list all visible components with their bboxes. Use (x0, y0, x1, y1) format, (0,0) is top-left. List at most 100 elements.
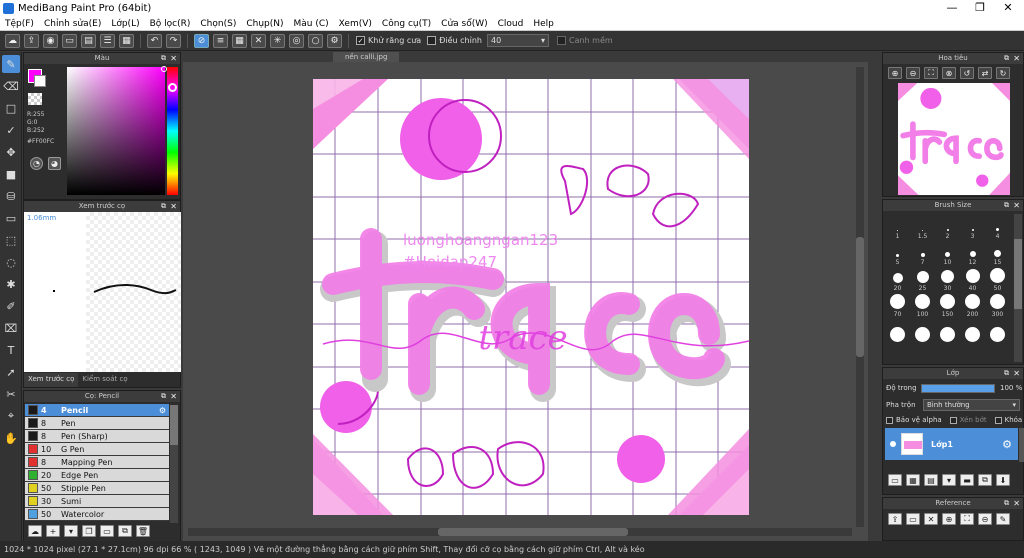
brush-size-option[interactable]: 40 (960, 266, 985, 292)
brush-size-option[interactable]: 15 (985, 240, 1010, 266)
divide-tool-icon[interactable]: ✂ (2, 385, 20, 403)
undock-icon[interactable]: ⧉ (1004, 53, 1009, 64)
close-icon[interactable]: ✕ (170, 391, 177, 402)
checkbox-icon[interactable] (556, 36, 566, 45)
brush-item[interactable]: 8 Pen (Sharp) (25, 430, 169, 443)
minimize-button[interactable]: — (938, 0, 966, 17)
trash-icon[interactable]: 🗑 (136, 525, 150, 537)
rotate-left-icon[interactable]: ↺ (960, 67, 974, 79)
zoom-out-icon[interactable]: ⊖ (978, 513, 992, 525)
close-icon[interactable]: ✕ (1013, 498, 1020, 509)
close-icon[interactable]: ✕ (170, 53, 177, 64)
brush-size-scrollbar[interactable] (1014, 214, 1022, 362)
fill-shape-icon[interactable]: ■ (2, 165, 20, 183)
brush-list-scrollbar[interactable] (170, 405, 178, 523)
duplicate-layer-icon[interactable]: ⧉ (978, 474, 992, 486)
transparent-swatch[interactable] (28, 93, 42, 105)
brush-size-option[interactable]: 300 (985, 292, 1010, 318)
check-tool-icon[interactable]: ✓ (2, 121, 20, 139)
brush-size-option[interactable]: 7 (910, 240, 935, 266)
upload-reference-icon[interactable]: ⇪ (888, 513, 902, 525)
brush-size-option[interactable]: 2 (935, 214, 960, 240)
brush-size-option[interactable]: 150 (935, 292, 960, 318)
brush-size-option[interactable]: 10 (935, 240, 960, 266)
brush-size-option[interactable]: 3 (960, 214, 985, 240)
color-history-icon[interactable]: ◕ (48, 157, 61, 170)
menu-window[interactable]: Cửa sổ(W) (436, 19, 492, 29)
checkbox-icon[interactable] (427, 36, 437, 45)
menu-view[interactable]: Xem(V) (334, 19, 377, 29)
brush-item[interactable]: 8 Mapping Pen (25, 456, 169, 469)
zoom-in-icon[interactable]: ⊕ (888, 67, 902, 79)
move-tool-icon[interactable]: ✥ (2, 143, 20, 161)
tab-brush-preview[interactable]: Xem trước cọ (24, 373, 79, 387)
cloud-brush-icon[interactable]: ☁ (28, 525, 42, 537)
select-eraser-icon[interactable]: ⌧ (2, 319, 20, 337)
close-icon[interactable]: ✕ (170, 201, 177, 212)
menu-color[interactable]: Màu (C) (289, 19, 334, 29)
undock-icon[interactable]: ⧉ (1004, 368, 1009, 379)
horizontal-scrollbar[interactable] (188, 528, 852, 536)
snap-soft-toggle[interactable]: Canh mềm (556, 36, 613, 45)
undock-icon[interactable]: ⧉ (161, 53, 166, 64)
canvas-area[interactable]: trace luonghoangngan123 #Hoidap247 (183, 62, 868, 542)
snap-grid-icon[interactable]: ▦ (232, 33, 247, 48)
folder-icon[interactable]: ▬ (960, 474, 974, 486)
gradient-tool-icon[interactable]: ▭ (2, 209, 20, 227)
brush-item[interactable]: 10 G Pen (25, 443, 169, 456)
background-color-swatch[interactable] (34, 75, 46, 87)
opacity-slider[interactable] (921, 384, 995, 393)
menu-select[interactable]: Chọn(S) (195, 19, 241, 29)
adjust-select[interactable]: 40 (486, 34, 549, 47)
snap-curve-icon[interactable]: ○ (308, 33, 323, 48)
close-icon[interactable]: ✕ (1013, 53, 1020, 64)
brush-item[interactable]: 30 Sumi (25, 495, 169, 508)
close-icon[interactable]: ✕ (1013, 368, 1020, 379)
select-tool-icon[interactable]: ⬚ (2, 231, 20, 249)
brush-size-option[interactable] (935, 318, 960, 344)
snap-circle-icon[interactable]: ◎ (289, 33, 304, 48)
eyedropper-icon[interactable]: ⌖ (2, 407, 20, 425)
duplicate-icon[interactable]: ⧉ (118, 525, 132, 537)
brush-size-option[interactable] (910, 318, 935, 344)
undock-icon[interactable]: ⧉ (1004, 498, 1009, 509)
snap-radial-icon[interactable]: ✳ (270, 33, 285, 48)
scrollbar-thumb[interactable] (1014, 239, 1022, 309)
brush-item[interactable]: 20 Edge Pen (25, 469, 169, 482)
snap-off-icon[interactable]: ⊘ (194, 33, 209, 48)
brush-size-option[interactable]: 50 (985, 266, 1010, 292)
bucket-tool-icon[interactable]: ⛁ (2, 187, 20, 205)
brush-size-option[interactable]: 200 (960, 292, 985, 318)
menu-help[interactable]: Help (528, 19, 559, 29)
open-folder-icon[interactable]: ▭ (906, 513, 920, 525)
vertical-scrollbar[interactable] (856, 67, 864, 527)
close-button[interactable]: ✕ (994, 0, 1022, 17)
brush-size-option[interactable]: 4 (985, 214, 1010, 240)
undock-icon[interactable]: ⧉ (161, 201, 166, 212)
brush-item[interactable]: 50 Stipple Pen (25, 482, 169, 495)
document-tab[interactable]: nền calli.jpg (333, 52, 400, 62)
brush-size-option[interactable] (960, 318, 985, 344)
flip-icon[interactable]: ⇄ (978, 67, 992, 79)
menu-file[interactable]: Tệp(F) (0, 19, 39, 29)
protect-alpha-checkbox[interactable] (886, 416, 893, 424)
brush-item[interactable]: 4 Pencil ⚙ (25, 404, 169, 417)
brush-size-option[interactable]: 100 (910, 292, 935, 318)
brush-size-option[interactable]: 12 (960, 240, 985, 266)
brush-tool-icon[interactable]: ✎ (2, 55, 20, 73)
brush-item[interactable]: 50 Watercolor (25, 508, 169, 521)
brush-size-option[interactable] (885, 318, 910, 344)
upload-icon[interactable]: ⇪ (24, 33, 39, 48)
zoom-in-icon[interactable]: ⊕ (942, 513, 956, 525)
operation-tool-icon[interactable]: ➚ (2, 363, 20, 381)
scrollbar-thumb[interactable] (438, 528, 628, 536)
folder-icon[interactable]: ▭ (100, 525, 114, 537)
add-layer-icon[interactable]: ▭ (888, 474, 902, 486)
chat-icon[interactable]: ▭ (62, 33, 77, 48)
select-pen-icon[interactable]: ✐ (2, 297, 20, 315)
palette-icon[interactable]: ◔ (30, 157, 43, 170)
add-layer-menu-icon[interactable]: ▾ (942, 474, 956, 486)
brush-size-option[interactable]: 25 (910, 266, 935, 292)
brush-size-option[interactable]: 70 (885, 292, 910, 318)
brush-size-option[interactable]: 5 (885, 240, 910, 266)
